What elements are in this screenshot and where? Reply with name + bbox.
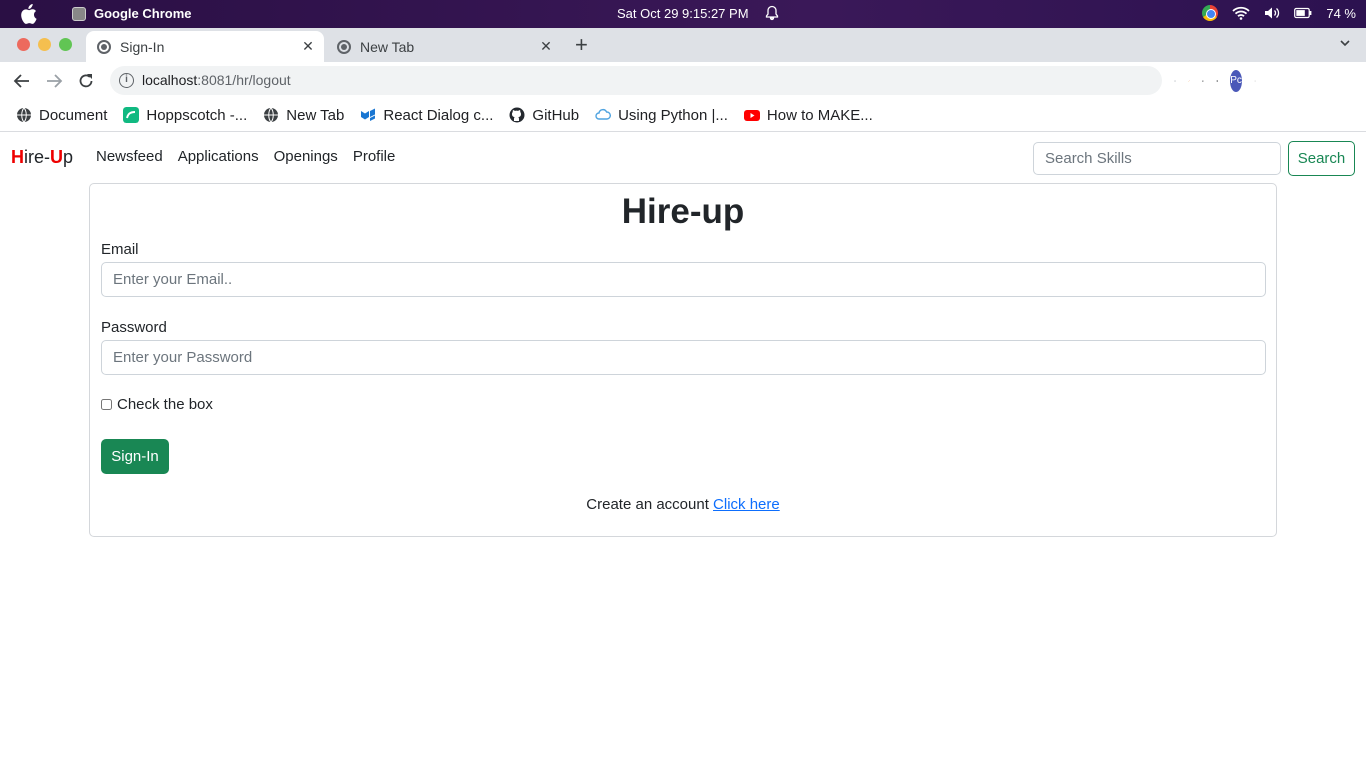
password-field[interactable] bbox=[101, 340, 1266, 375]
create-account-row: Create an account Click here bbox=[90, 496, 1276, 513]
bookmark-label: Using Python |... bbox=[618, 106, 728, 124]
signin-card: Hire-up Email Password Check the box Sig… bbox=[89, 183, 1277, 537]
color-picker-icon[interactable] bbox=[1188, 80, 1190, 82]
extensions-puzzle-icon[interactable] bbox=[1202, 80, 1204, 82]
tab-sign-in[interactable]: Sign-In ✕ bbox=[86, 31, 324, 62]
bookmark-github[interactable]: GitHub bbox=[509, 107, 579, 124]
url-text[interactable]: localhost:8081/hr/logout bbox=[142, 72, 291, 88]
page-title: Hire-up bbox=[621, 192, 745, 231]
globe-icon bbox=[97, 39, 111, 54]
password-label: Password bbox=[101, 319, 167, 336]
extension-icons: Pc bbox=[1174, 70, 1256, 92]
battery-percentage: 74 % bbox=[1326, 5, 1356, 21]
new-tab-button[interactable]: + bbox=[575, 34, 588, 56]
active-app-name: Google Chrome bbox=[94, 6, 192, 21]
email-label: Email bbox=[101, 241, 139, 258]
os-top-bar: Google Chrome Sat Oct 29 9:15:27 PM 74 % bbox=[0, 0, 1366, 28]
bookmark-label: Document bbox=[39, 106, 108, 124]
close-window-button[interactable] bbox=[17, 38, 30, 51]
create-account-text: Create an account bbox=[586, 496, 709, 513]
nav-link-profile[interactable]: Profile bbox=[353, 148, 396, 165]
apple-icon[interactable] bbox=[19, 4, 37, 24]
kebab-menu-icon[interactable] bbox=[1254, 80, 1256, 82]
window-controls bbox=[17, 38, 72, 51]
brand-logo[interactable]: Hire-Up bbox=[11, 147, 73, 168]
brand-middle: ire- bbox=[24, 147, 50, 167]
youtube-icon bbox=[743, 110, 760, 121]
wifi-icon[interactable] bbox=[1232, 6, 1250, 20]
email-field[interactable] bbox=[101, 262, 1266, 297]
bookmark-label: React Dialog c... bbox=[383, 106, 494, 124]
nav-link-newsfeed[interactable]: Newsfeed bbox=[96, 148, 163, 165]
search-button[interactable]: Search bbox=[1288, 141, 1355, 176]
bookmarks-bar: Document Hoppscotch -... New Tab React D… bbox=[0, 99, 1366, 132]
bookmark-label: New Tab bbox=[286, 106, 345, 124]
bookmark-hoppscotch[interactable]: Hoppscotch -... bbox=[123, 107, 247, 124]
forward-arrow-icon[interactable] bbox=[44, 71, 64, 91]
bookmark-label: GitHub bbox=[532, 106, 580, 124]
system-clock[interactable]: Sat Oct 29 9:15:27 PM bbox=[617, 6, 749, 21]
volume-icon[interactable] bbox=[1264, 6, 1280, 20]
system-tray: 74 % bbox=[1202, 5, 1356, 21]
mui-icon bbox=[361, 108, 376, 121]
maximize-window-button[interactable] bbox=[59, 38, 72, 51]
back-arrow-icon[interactable] bbox=[12, 71, 32, 91]
browser-toolbar: i localhost:8081/hr/logout Pc bbox=[0, 62, 1366, 99]
brand-letter-u: U bbox=[50, 147, 63, 167]
battery-icon[interactable] bbox=[1294, 7, 1312, 19]
bookmark-how-to-make[interactable]: How to MAKE... bbox=[743, 106, 873, 124]
active-app-menu[interactable]: Google Chrome bbox=[72, 6, 192, 21]
tab-new-tab[interactable]: New Tab ✕ bbox=[326, 31, 562, 62]
close-tab-icon[interactable]: ✕ bbox=[298, 38, 318, 55]
bookmark-label: How to MAKE... bbox=[766, 106, 873, 124]
bookmark-label: Hoppscotch -... bbox=[146, 106, 248, 124]
search-skills-input[interactable] bbox=[1033, 142, 1281, 175]
bookmark-new-tab[interactable]: New Tab bbox=[263, 107, 344, 124]
react-devtools-icon[interactable] bbox=[1174, 80, 1176, 82]
brand-end: p bbox=[63, 147, 74, 167]
sign-in-button[interactable]: Sign-In bbox=[101, 439, 169, 474]
bookmark-using-python[interactable]: Using Python |... bbox=[595, 107, 728, 124]
chevron-down-icon[interactable] bbox=[1340, 38, 1350, 48]
chrome-tray-icon[interactable] bbox=[1202, 5, 1219, 21]
notification-bell-icon[interactable] bbox=[764, 5, 780, 21]
url-host: localhost bbox=[142, 72, 198, 88]
side-panel-icon[interactable] bbox=[1216, 80, 1219, 82]
reload-icon[interactable] bbox=[76, 71, 96, 91]
close-tab-icon[interactable]: ✕ bbox=[536, 38, 556, 55]
github-icon bbox=[509, 107, 525, 123]
address-bar[interactable]: i localhost:8081/hr/logout bbox=[110, 66, 1162, 95]
nav-link-applications[interactable]: Applications bbox=[178, 148, 259, 165]
url-path: :8081/hr/logout bbox=[197, 72, 291, 88]
checkbox-row: Check the box bbox=[101, 396, 213, 413]
nav-link-openings[interactable]: Openings bbox=[274, 148, 338, 165]
bookmark-document[interactable]: Document bbox=[16, 107, 107, 124]
create-account-link[interactable]: Click here bbox=[713, 496, 780, 513]
site-info-icon[interactable]: i bbox=[119, 73, 134, 88]
minimize-window-button[interactable] bbox=[38, 38, 51, 51]
brand-letter-h: H bbox=[11, 147, 24, 167]
chrome-app-icon bbox=[72, 6, 86, 21]
chrome-icon bbox=[337, 39, 351, 54]
checkbox-label[interactable]: Check the box bbox=[117, 396, 213, 413]
cloud-icon bbox=[595, 108, 612, 120]
app-navbar: Hire-Up Newsfeed Applications Openings P… bbox=[0, 133, 1366, 183]
check-box[interactable] bbox=[101, 399, 112, 410]
bookmark-react-dialog[interactable]: React Dialog c... bbox=[360, 107, 493, 124]
globe-icon bbox=[264, 107, 279, 123]
hoppscotch-icon bbox=[123, 107, 140, 123]
profile-avatar[interactable]: Pc bbox=[1230, 70, 1242, 92]
tab-title: Sign-In bbox=[120, 38, 165, 55]
tab-title: New Tab bbox=[360, 38, 415, 55]
nav-links: Newsfeed Applications Openings Profile bbox=[96, 148, 395, 165]
globe-icon bbox=[17, 107, 31, 123]
tab-strip: Sign-In ✕ New Tab ✕ + bbox=[0, 28, 1366, 62]
